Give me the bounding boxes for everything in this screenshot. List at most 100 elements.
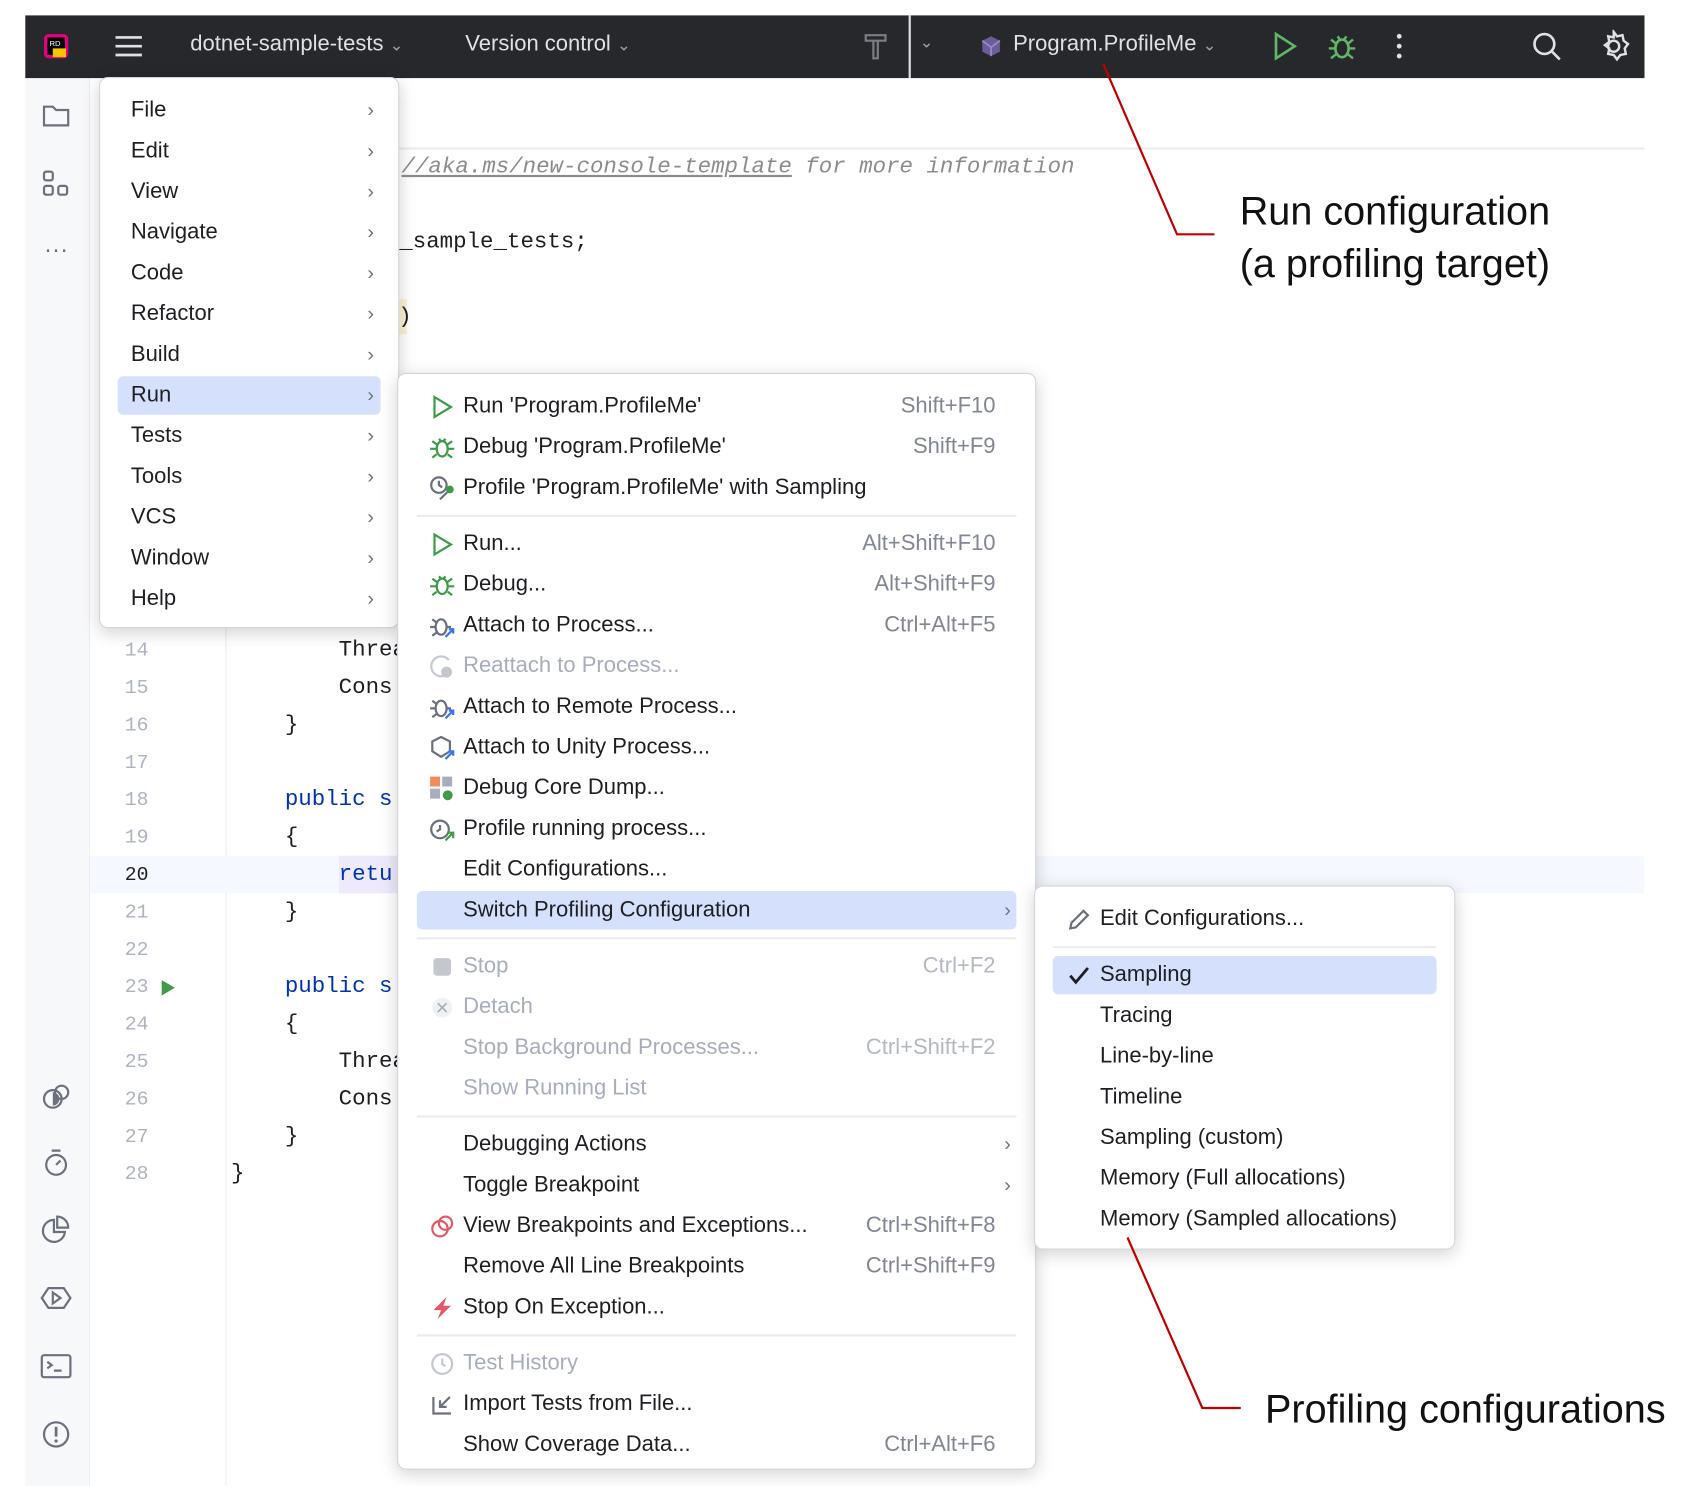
services-icon[interactable] <box>39 1280 74 1315</box>
menu-item-debugging-actions[interactable]: Debugging Actions › <box>398 1124 1035 1165</box>
menu-item-label: Code <box>130 260 184 285</box>
comment-link[interactable]: //aka.ms/new-console-template <box>402 155 792 180</box>
more-tools-icon[interactable]: ··· <box>39 232 74 267</box>
menu-separator <box>398 1328 1035 1343</box>
more-icon[interactable] <box>1382 29 1417 64</box>
menu-item-vcs[interactable]: VCS › <box>100 497 398 538</box>
run-config-selector[interactable]: Program.ProfileMe ⌄ <box>1013 32 1216 57</box>
project-folder-icon[interactable] <box>39 98 74 133</box>
menu-item-stop-on-exception[interactable]: Stop On Exception... <box>398 1287 1035 1328</box>
code-comment: //aka.ms/new-console-template for more i… <box>402 150 1075 187</box>
settings-icon[interactable] <box>1596 29 1631 64</box>
menu-item-run-program-profileme[interactable]: Run 'Program.ProfileMe' Shift+F10 <box>398 386 1035 427</box>
menu-item-remove-all-line-breakpoints[interactable]: Remove All Line Breakpoints Ctrl+Shift+F9 <box>398 1246 1035 1287</box>
code-line[interactable]: } <box>231 1119 298 1156</box>
shortcut-label: Ctrl+Alt+F5 <box>884 612 996 637</box>
line-number: 25 <box>124 1051 149 1074</box>
shortcut-label: Alt+Shift+F9 <box>874 572 996 597</box>
menu-item-label: View <box>130 179 179 204</box>
menu-item-profile-running-process[interactable]: Profile running process... <box>398 809 1035 850</box>
profiler-stopwatch-icon[interactable] <box>39 1145 74 1180</box>
code-line[interactable]: Cons <box>231 1081 393 1118</box>
chevron-right-icon: › <box>1004 898 1011 921</box>
vcs-selector[interactable]: Version control ⌄ <box>465 32 630 57</box>
menu-item-attach-to-unity-process[interactable]: Attach to Unity Process... <box>398 727 1035 768</box>
menu-item-refactor[interactable]: Refactor › <box>100 294 398 335</box>
menu-item-view-breakpoints-and-exceptions[interactable]: View Breakpoints and Exceptions... Ctrl+S… <box>398 1206 1035 1247</box>
menu-item-label: Toggle Breakpoint <box>463 1172 640 1197</box>
code-line[interactable]: } <box>231 707 298 744</box>
menu-item-debug[interactable]: Debug... Alt+Shift+F9 <box>398 564 1035 605</box>
hammer-icon[interactable] <box>858 29 893 64</box>
code-line[interactable]: Cons <box>231 670 393 707</box>
menu-item-tools[interactable]: Tools › <box>100 457 398 498</box>
code-line[interactable]: Threa <box>231 633 406 670</box>
menu-item-build[interactable]: Build › <box>100 334 398 375</box>
menu-item-label: Line-by-line <box>1100 1043 1214 1069</box>
menu-item-attach-to-remote-process[interactable]: Attach to Remote Process... <box>398 686 1035 727</box>
code-line[interactable]: Threa <box>231 1044 406 1081</box>
chevron-right-icon: › <box>367 302 374 325</box>
ide-logo-icon[interactable]: RD <box>39 29 74 64</box>
code-line[interactable]: public s <box>231 969 393 1006</box>
menu-item-memory-sampled-allocations[interactable]: Memory (Sampled allocations) <box>1035 1199 1454 1240</box>
chevron-right-icon: › <box>1004 1173 1011 1196</box>
menu-item-show-coverage-data[interactable]: Show Coverage Data... Ctrl+Alt+F6 <box>398 1425 1035 1466</box>
search-icon[interactable] <box>1529 29 1564 64</box>
build-options-chevron-icon[interactable]: ⌄ <box>920 32 934 52</box>
chevron-right-icon: › <box>367 261 374 284</box>
menu-item-profile-program-profileme-with-sampling[interactable]: Profile 'Program.ProfileMe' with Samplin… <box>398 468 1035 509</box>
menu-item-import-tests-from-file[interactable]: Import Tests from File... <box>398 1384 1035 1425</box>
menu-item-help[interactable]: Help › <box>100 579 398 620</box>
code-line[interactable]: } <box>231 894 298 931</box>
menu-item-code[interactable]: Code › <box>100 253 398 294</box>
run-icon <box>429 531 455 557</box>
line-number: 14 <box>124 640 149 663</box>
code-line[interactable]: } <box>231 1156 244 1193</box>
menu-item-attach-to-process[interactable]: Attach to Process... Ctrl+Alt+F5 <box>398 605 1035 646</box>
menu-item-sampling[interactable]: Sampling <box>1035 955 1454 996</box>
menu-item-sampling-custom[interactable]: Sampling (custom) <box>1035 1118 1454 1159</box>
menu-item-window[interactable]: Window › <box>100 538 398 579</box>
menu-item-edit[interactable]: Edit › <box>100 131 398 172</box>
menu-item-debug-program-profileme[interactable]: Debug 'Program.ProfileMe' Shift+F9 <box>398 427 1035 468</box>
menu-item-debug-core-dump[interactable]: Debug Core Dump... <box>398 768 1035 809</box>
terminal-icon[interactable] <box>39 1349 74 1384</box>
menu-item-label: Show Running List <box>463 1075 647 1100</box>
run-icon[interactable] <box>1267 29 1302 64</box>
code-line[interactable]: { <box>231 820 298 857</box>
menu-item-tracing[interactable]: Tracing <box>1035 996 1454 1037</box>
gutter-run-icon[interactable] <box>161 979 176 1002</box>
chevron-right-icon: › <box>367 546 374 569</box>
menu-item-run[interactable]: Run › <box>100 375 398 416</box>
coverage-pie-icon[interactable] <box>39 1212 74 1247</box>
debug-icon[interactable] <box>1324 29 1359 64</box>
menu-item-file[interactable]: File › <box>100 90 398 131</box>
config-icon <box>974 29 1009 64</box>
menu-item-edit-configurations[interactable]: Edit Configurations... <box>1035 899 1454 940</box>
code-line[interactable]: { <box>231 1007 298 1044</box>
menu-item-label: Build <box>130 342 180 367</box>
shortcut-label: Ctrl+Shift+F8 <box>865 1213 996 1238</box>
menu-item-switch-profiling-configuration[interactable]: Switch Profiling Configuration › <box>398 890 1035 931</box>
menu-item-label: Run... <box>463 531 522 556</box>
code-brace: ) <box>398 304 412 330</box>
hamburger-menu-icon[interactable] <box>111 29 146 64</box>
menu-item-memory-full-allocations[interactable]: Memory (Full allocations) <box>1035 1158 1454 1199</box>
menu-item-navigate[interactable]: Navigate › <box>100 212 398 253</box>
structure-icon[interactable] <box>39 166 74 201</box>
menu-item-view[interactable]: View › <box>100 172 398 213</box>
menu-item-label: View Breakpoints and Exceptions... <box>463 1213 808 1238</box>
menu-item-tests[interactable]: Tests › <box>100 416 398 457</box>
menu-item-line-by-line[interactable]: Line-by-line <box>1035 1036 1454 1077</box>
dynamic-program-analysis-icon[interactable] <box>39 1079 74 1114</box>
problems-icon[interactable] <box>39 1417 74 1452</box>
menu-item-toggle-breakpoint[interactable]: Toggle Breakpoint › <box>398 1165 1035 1206</box>
menu-item-edit-configurations[interactable]: Edit Configurations... <box>398 849 1035 890</box>
menu-item-timeline[interactable]: Timeline <box>1035 1077 1454 1118</box>
code-line[interactable]: retu <box>231 857 393 894</box>
code-line[interactable]: public s <box>231 782 393 819</box>
project-selector[interactable]: dotnet-sample-tests ⌄ <box>190 32 403 57</box>
check-icon <box>1066 962 1092 988</box>
menu-item-run[interactable]: Run... Alt+Shift+F10 <box>398 524 1035 565</box>
